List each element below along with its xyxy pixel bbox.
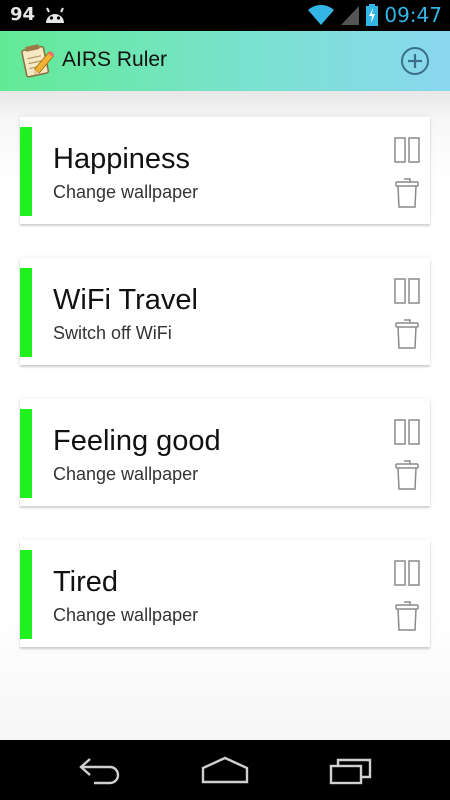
rule-card[interactable]: WiFi Travel Switch off WiFi [20,258,430,365]
notepad-pencil-icon [21,44,54,78]
rule-card[interactable]: Tired Change wallpaper [20,540,430,647]
pause-icon[interactable] [394,278,420,304]
app-title: AIRS Ruler [62,48,168,71]
trash-icon[interactable] [395,600,419,632]
wifi-icon [308,4,335,25]
action-bar: AIRS Ruler [0,31,450,91]
rule-action: Change wallpaper [53,182,199,202]
rule-title: Happiness [53,143,191,175]
home-icon[interactable] [200,755,250,785]
add-rule-button[interactable] [400,46,430,76]
rule-title: Tired [53,566,118,598]
rule-card[interactable]: Happiness Change wallpaper [20,117,430,224]
rule-status-bar [20,550,32,639]
pause-icon[interactable] [394,137,420,163]
pause-icon[interactable] [394,419,420,445]
rule-action: Change wallpaper [53,605,199,625]
status-number: 94 [10,4,36,25]
rules-list: Happiness Change wallpaper WiFi Travel S… [0,91,450,740]
android-icon [46,7,65,23]
status-bar: 94 09:47 [0,0,450,31]
rule-status-bar [20,268,32,357]
status-right: 09:47 [308,3,442,27]
trash-icon[interactable] [395,177,419,209]
rule-action: Switch off WiFi [53,323,172,343]
back-icon[interactable] [78,755,122,785]
navigation-bar [0,740,450,800]
rule-status-bar [20,127,32,216]
recent-apps-icon[interactable] [328,755,374,785]
trash-icon[interactable] [395,459,419,491]
rule-title: Feeling good [53,425,221,457]
signal-icon [341,6,360,25]
rule-title: WiFi Travel [53,284,198,316]
battery-charging-icon [366,4,379,26]
clock: 09:47 [384,3,442,27]
status-left: 94 [10,4,67,25]
rule-card[interactable]: Feeling good Change wallpaper [20,399,430,506]
rule-status-bar [20,409,32,498]
rule-action: Change wallpaper [53,464,199,484]
trash-icon[interactable] [395,318,419,350]
pause-icon[interactable] [394,560,420,586]
